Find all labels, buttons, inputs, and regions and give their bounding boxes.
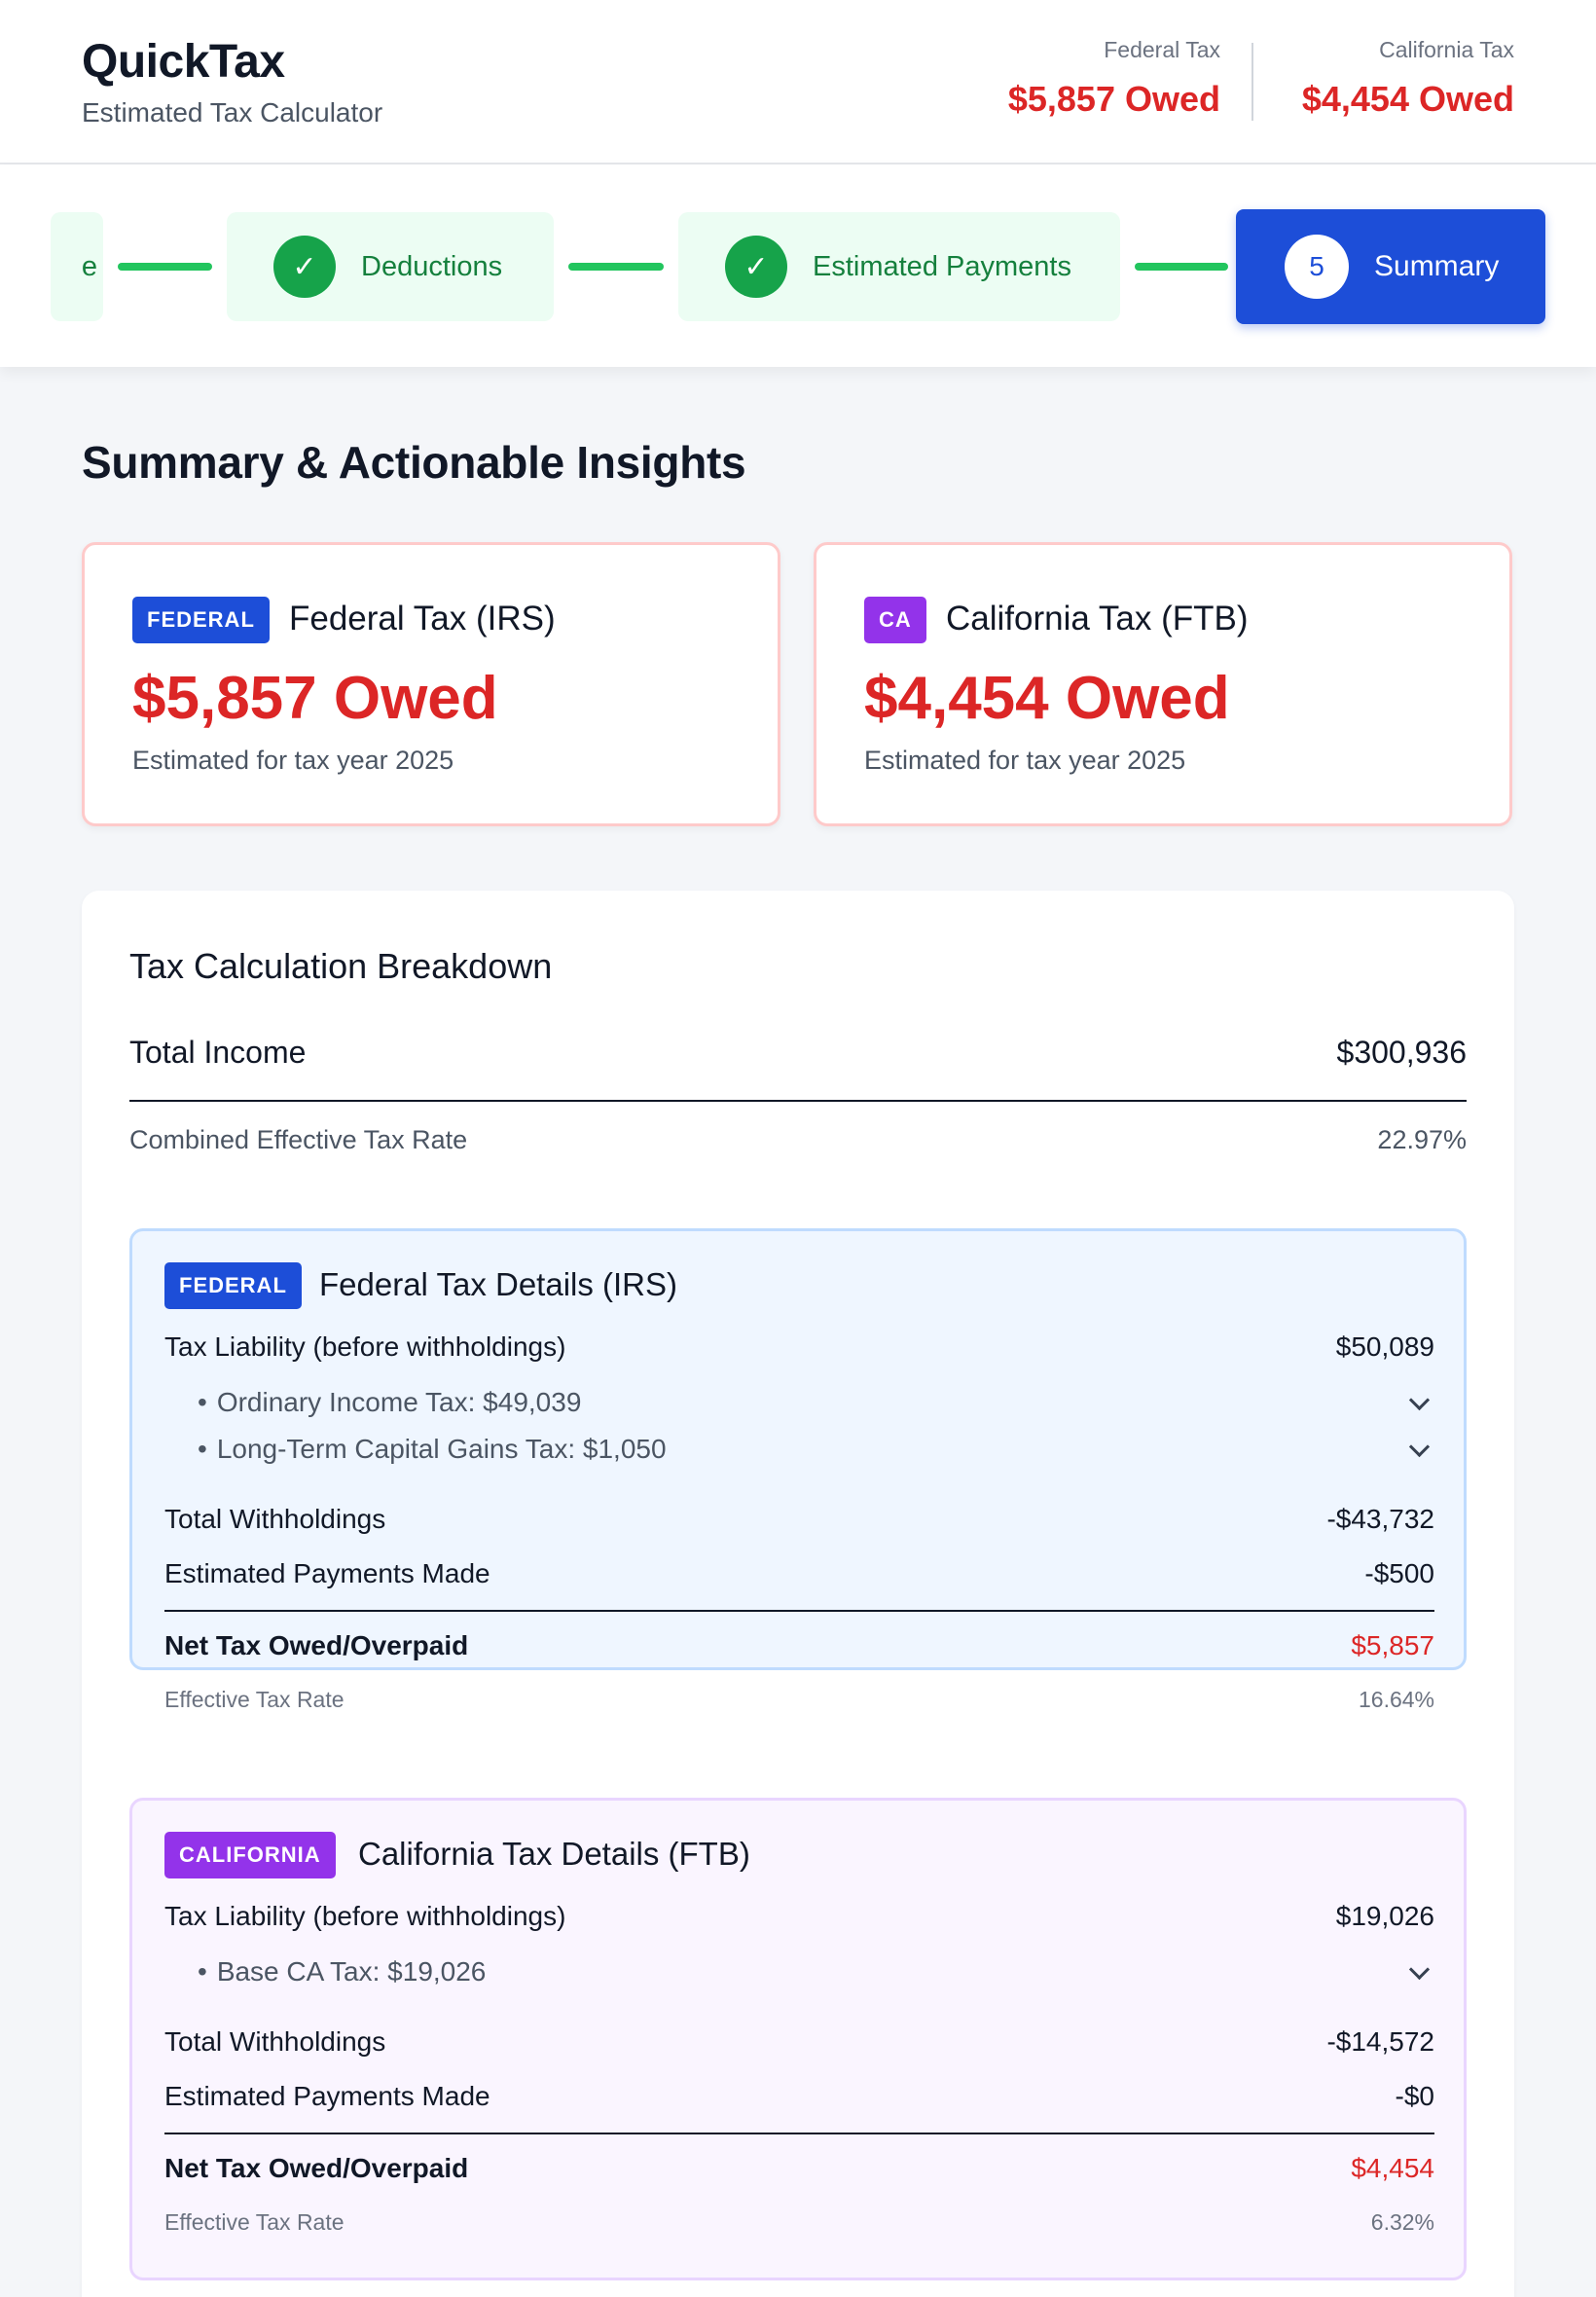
california-withholdings-label: Total Withholdings <box>164 2026 386 2057</box>
california-net-value: $4,454 <box>1351 2153 1434 2183</box>
check-icon: ✓ <box>273 236 336 298</box>
header-california-label: California Tax <box>1379 37 1514 62</box>
federal-badge: FEDERAL <box>132 597 270 643</box>
progress-stepper: e ✓ Deductions ✓ Estimated Payments 5 Su… <box>0 164 1596 367</box>
divider <box>129 1100 1467 1102</box>
step-deductions-label: Deductions <box>361 250 503 282</box>
california-liability-label: Tax Liability (before withholdings) <box>164 1901 566 1931</box>
check-icon: ✓ <box>725 236 787 298</box>
federal-sub-item-capital-gains[interactable]: • Long-Term Capital Gains Tax: $1,050 <box>164 1434 1434 1465</box>
header-divider <box>1251 43 1253 121</box>
header-california-stat: California Tax $4,454 Owed <box>1302 37 1514 120</box>
step-connector <box>1135 263 1228 271</box>
federal-liability-value: $50,089 <box>1335 1331 1434 1362</box>
california-details-card: CALIFORNIA California Tax Details (FTB) … <box>129 1798 1467 2280</box>
step-summary-label: Summary <box>1374 250 1500 282</box>
step-connector <box>118 263 212 271</box>
california-summary-card: CA California Tax (FTB) $4,454 Owed Esti… <box>814 542 1512 826</box>
page-title: Summary & Actionable Insights <box>82 437 746 488</box>
california-est-payments-label: Estimated Payments Made <box>164 2081 490 2111</box>
federal-card-amount: $5,857 Owed <box>132 665 498 732</box>
step-previous[interactable]: e <box>51 212 103 321</box>
divider <box>164 2133 1434 2134</box>
step-connector <box>568 263 664 271</box>
chevron-down-icon[interactable] <box>1409 1440 1429 1459</box>
california-withholdings-value: -$14,572 <box>1326 2026 1434 2057</box>
header-federal-stat: Federal Tax $5,857 Owed <box>1008 37 1220 120</box>
combined-rate-value: 22.97% <box>1377 1125 1467 1154</box>
california-badge: CA <box>864 597 926 643</box>
california-liability-row: Tax Liability (before withholdings) $19,… <box>164 1901 1434 1932</box>
step-previous-label: e <box>81 250 97 282</box>
sub-item-label: Long-Term Capital Gains Tax: $1,050 <box>216 1434 667 1464</box>
divider <box>164 1610 1434 1612</box>
federal-effective-rate-label: Effective Tax Rate <box>164 1687 345 1712</box>
total-income-value: $300,936 <box>1336 1034 1467 1070</box>
tax-breakdown-panel: Tax Calculation Breakdown Total Income $… <box>82 891 1514 2297</box>
app-title: QuickTax <box>82 36 285 88</box>
federal-badge: FEDERAL <box>164 1262 302 1309</box>
federal-net-row: Net Tax Owed/Overpaid $5,857 <box>164 1630 1434 1661</box>
federal-liability-row: Tax Liability (before withholdings) $50,… <box>164 1331 1434 1363</box>
chevron-down-icon[interactable] <box>1409 1393 1429 1412</box>
federal-details-card: FEDERAL Federal Tax Details (IRS) Tax Li… <box>129 1228 1467 1712</box>
step-number-badge: 5 <box>1285 235 1349 299</box>
california-sub-item-base[interactable]: • Base CA Tax: $19,026 <box>164 1956 1434 1987</box>
california-effective-rate-row: Effective Tax Rate 6.32% <box>164 2209 1434 2236</box>
header-california-value: $4,454 Owed <box>1301 79 1514 119</box>
chevron-down-icon[interactable] <box>1409 1962 1429 1982</box>
california-liability-value: $19,026 <box>1335 1901 1434 1931</box>
california-effective-rate-value: 6.32% <box>1370 2209 1434 2235</box>
california-badge: CALIFORNIA <box>164 1832 336 1878</box>
step-summary[interactable]: 5 Summary <box>1236 209 1545 324</box>
step-estimated-payments[interactable]: ✓ Estimated Payments <box>678 212 1120 321</box>
total-income-label: Total Income <box>129 1034 307 1070</box>
federal-est-payments-label: Estimated Payments Made <box>164 1558 490 1588</box>
sub-item-label: Ordinary Income Tax: $49,039 <box>216 1387 582 1417</box>
california-est-payments-row: Estimated Payments Made -$0 <box>164 2081 1434 2112</box>
california-details-title: California Tax Details (FTB) <box>358 1836 750 1872</box>
california-effective-rate-label: Effective Tax Rate <box>164 2209 345 2235</box>
header-federal-label: Federal Tax <box>1104 37 1220 62</box>
sub-item-label: Base CA Tax: $19,026 <box>216 1956 487 1987</box>
federal-card-title: Federal Tax (IRS) <box>289 600 556 638</box>
federal-liability-label: Tax Liability (before withholdings) <box>164 1331 566 1362</box>
federal-withholdings-label: Total Withholdings <box>164 1504 386 1534</box>
federal-card-note: Estimated for tax year 2025 <box>132 746 454 775</box>
combined-rate-row: Combined Effective Tax Rate 22.97% <box>129 1125 1467 1155</box>
california-card-title: California Tax (FTB) <box>946 600 1249 638</box>
app-subtitle: Estimated Tax Calculator <box>82 97 383 128</box>
step-estimated-payments-label: Estimated Payments <box>813 250 1071 282</box>
california-net-row: Net Tax Owed/Overpaid $4,454 <box>164 2153 1434 2184</box>
california-est-payments-value: -$0 <box>1395 2081 1434 2111</box>
header-federal-value: $5,857 Owed <box>1007 79 1220 119</box>
step-deductions[interactable]: ✓ Deductions <box>227 212 554 321</box>
california-card-amount: $4,454 Owed <box>864 665 1230 732</box>
federal-net-label: Net Tax Owed/Overpaid <box>164 1630 469 1660</box>
california-withholdings-row: Total Withholdings -$14,572 <box>164 2026 1434 2058</box>
california-card-note: Estimated for tax year 2025 <box>864 746 1186 775</box>
federal-withholdings-row: Total Withholdings -$43,732 <box>164 1504 1434 1535</box>
app-header: QuickTax Estimated Tax Calculator Federa… <box>0 0 1596 164</box>
california-net-label: Net Tax Owed/Overpaid <box>164 2153 469 2183</box>
federal-effective-rate-row: Effective Tax Rate 16.64% <box>164 1687 1434 1713</box>
federal-est-payments-value: -$500 <box>1364 1558 1434 1588</box>
total-income-row: Total Income $300,936 <box>129 1033 1467 1072</box>
federal-est-payments-row: Estimated Payments Made -$500 <box>164 1558 1434 1589</box>
federal-summary-card: FEDERAL Federal Tax (IRS) $5,857 Owed Es… <box>82 542 780 826</box>
breakdown-title: Tax Calculation Breakdown <box>129 946 553 986</box>
federal-sub-item-ordinary[interactable]: • Ordinary Income Tax: $49,039 <box>164 1387 1434 1418</box>
federal-details-title: Federal Tax Details (IRS) <box>319 1266 678 1302</box>
federal-net-value: $5,857 <box>1351 1630 1434 1660</box>
federal-withholdings-value: -$43,732 <box>1326 1504 1434 1534</box>
combined-rate-label: Combined Effective Tax Rate <box>129 1125 468 1154</box>
federal-effective-rate-value: 16.64% <box>1358 1687 1434 1712</box>
